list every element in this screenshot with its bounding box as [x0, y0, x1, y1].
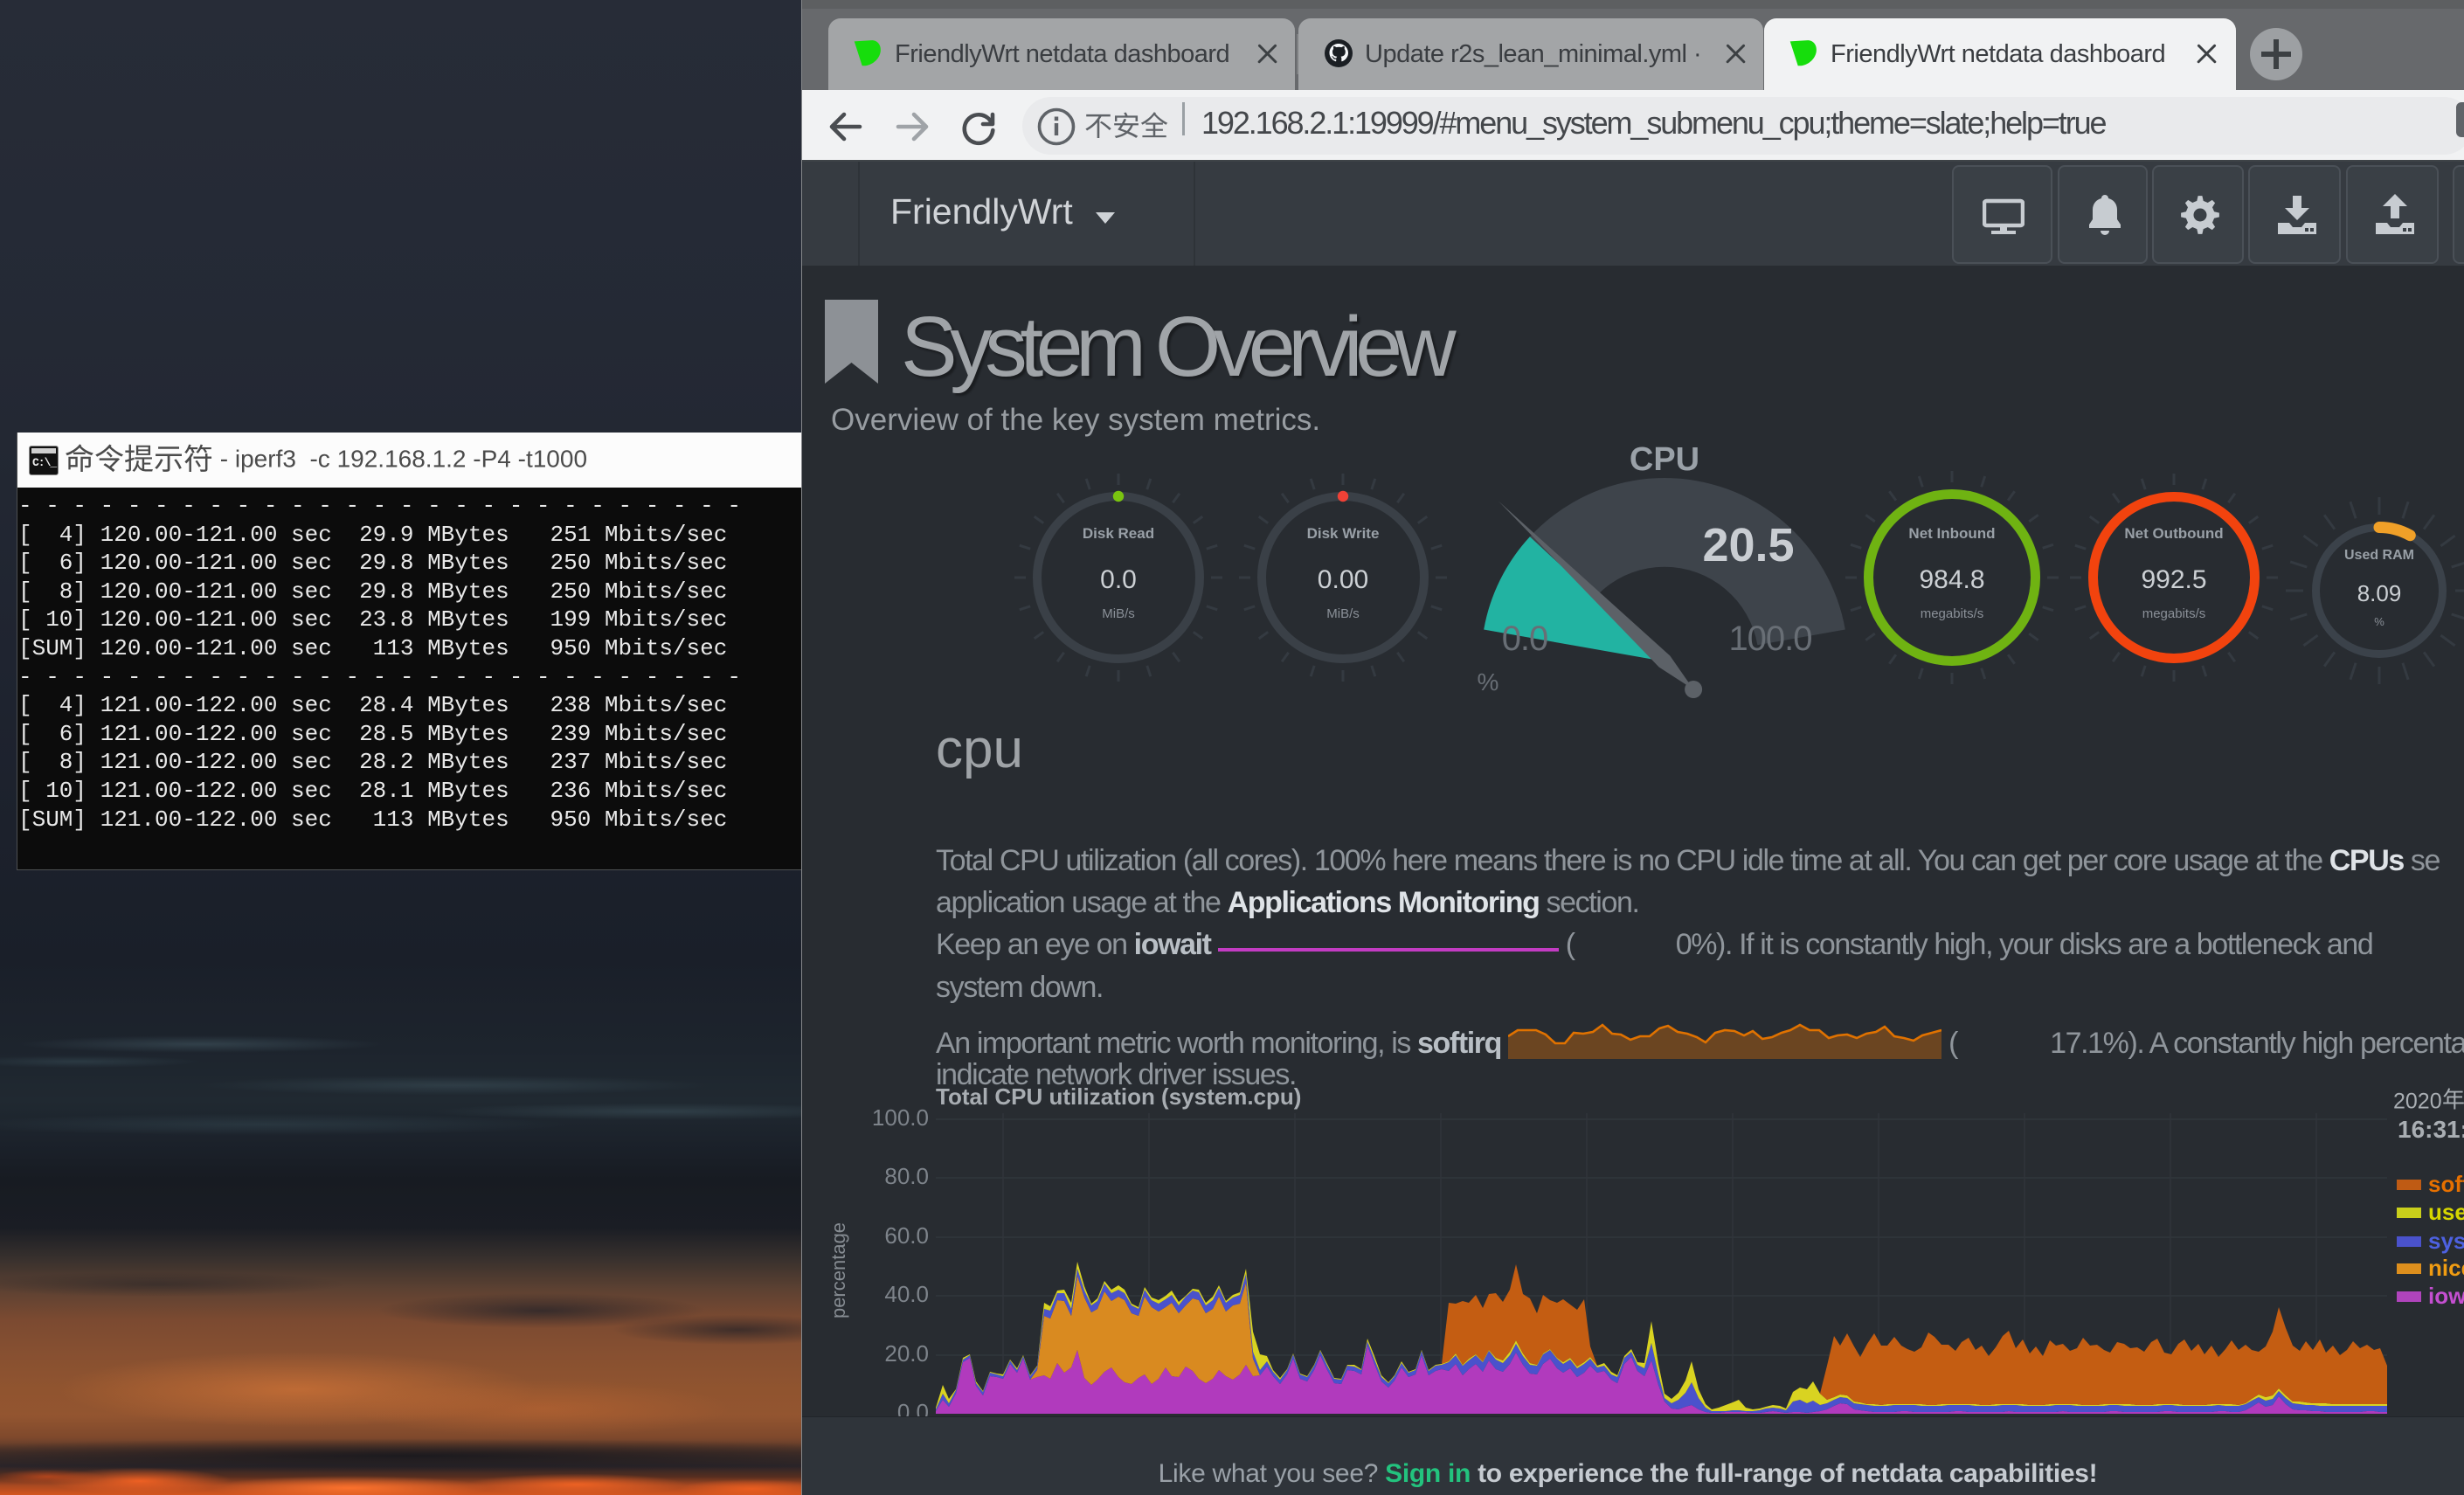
svg-text:0.0: 0.0 — [1502, 619, 1548, 658]
svg-text:Net Inbound: Net Inbound — [1908, 525, 1995, 542]
svg-text:CPU: CPU — [1630, 441, 1699, 478]
svg-text:%: % — [2374, 615, 2384, 628]
svg-text:%: % — [1478, 668, 1499, 696]
svg-text:Disk Write: Disk Write — [1307, 525, 1380, 542]
svg-text:8.09: 8.09 — [2357, 580, 2402, 606]
svg-text:MiB/s: MiB/s — [1326, 606, 1360, 621]
svg-text:Net Outbound: Net Outbound — [2124, 525, 2223, 542]
svg-text:0.0: 0.0 — [1100, 565, 1137, 594]
svg-text:MiB/s: MiB/s — [1102, 606, 1135, 621]
svg-text:0.00: 0.00 — [1318, 565, 1368, 594]
svg-text:984.8: 984.8 — [1919, 565, 1984, 594]
svg-text:100.0: 100.0 — [1728, 619, 1811, 658]
svg-text:Used RAM: Used RAM — [2344, 548, 2414, 563]
svg-text:20.5: 20.5 — [1702, 519, 1794, 571]
svg-text:megabits/s: megabits/s — [1921, 606, 1984, 621]
svg-text:Disk Read: Disk Read — [1083, 525, 1154, 542]
svg-text:992.5: 992.5 — [2141, 565, 2206, 594]
svg-text:megabits/s: megabits/s — [2142, 606, 2206, 621]
